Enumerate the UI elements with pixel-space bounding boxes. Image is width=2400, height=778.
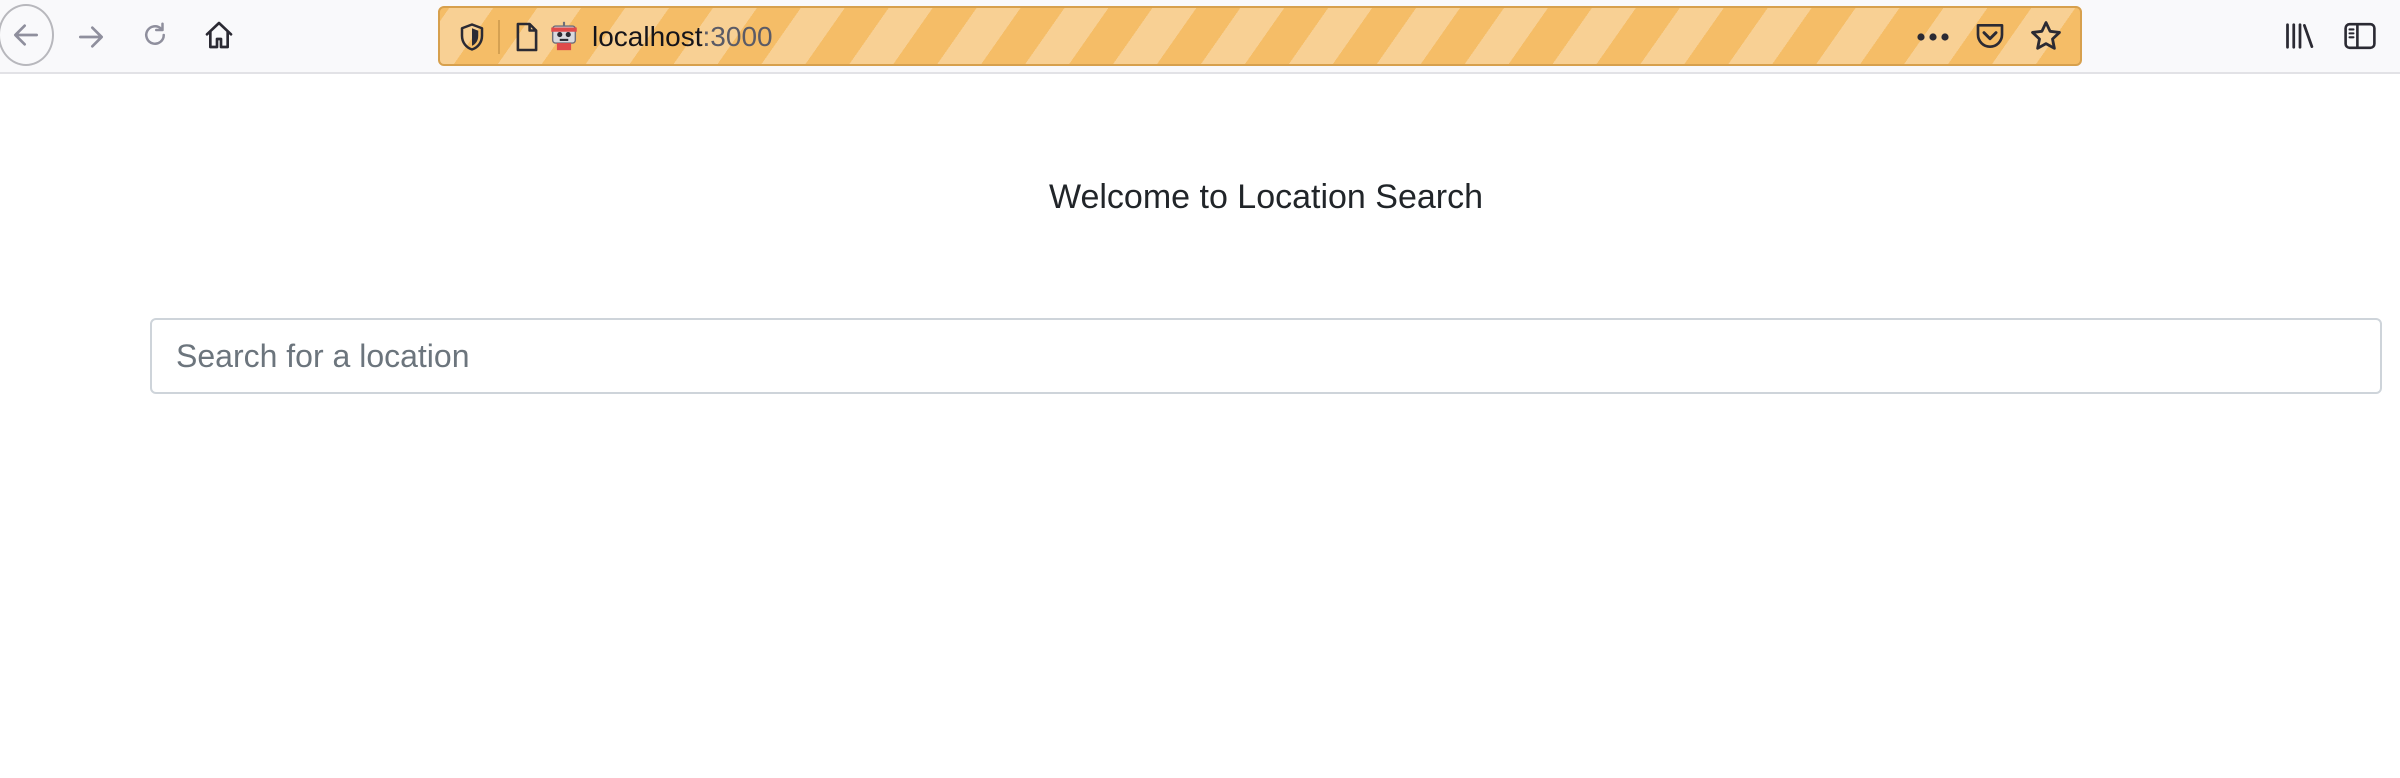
page-icon <box>516 22 538 52</box>
library-button[interactable] <box>2278 14 2322 58</box>
tracking-protection-button[interactable] <box>454 18 490 56</box>
address-bar[interactable]: localhost:3000 <box>438 6 2082 66</box>
sidebar-icon <box>2344 22 2376 50</box>
shield-icon <box>460 23 484 51</box>
bookmark-button[interactable] <box>2024 14 2068 58</box>
url-text[interactable]: localhost:3000 <box>592 19 773 55</box>
url-separator <box>498 20 500 54</box>
remote-control-indicator <box>544 16 584 56</box>
sidebar-button[interactable] <box>2338 14 2382 58</box>
pocket-icon <box>1976 24 2004 48</box>
save-to-pocket-button[interactable] <box>1970 16 2010 56</box>
home-button[interactable] <box>198 14 240 56</box>
reload-button[interactable] <box>134 14 176 56</box>
url-host: localhost <box>592 21 703 52</box>
reload-icon <box>145 22 165 45</box>
page-content: Welcome to Location Search <box>0 76 2400 778</box>
page-title: Welcome to Location Search <box>1048 178 1484 216</box>
home-icon <box>205 21 233 49</box>
page-actions-button[interactable] <box>1910 18 1956 56</box>
back-button[interactable] <box>0 4 54 66</box>
location-search-input[interactable] <box>150 318 2382 394</box>
url-port: :3000 <box>702 21 773 52</box>
library-icon <box>2286 23 2314 49</box>
robot-icon <box>551 21 577 51</box>
site-info-button[interactable] <box>510 18 544 56</box>
back-arrow-icon <box>13 24 38 46</box>
more-dots-icon <box>1917 33 1949 41</box>
star-icon <box>2031 21 2061 50</box>
forward-arrow-icon <box>79 26 103 48</box>
forward-button[interactable] <box>70 16 112 58</box>
browser-toolbar: localhost:3000 <box>0 0 2400 74</box>
